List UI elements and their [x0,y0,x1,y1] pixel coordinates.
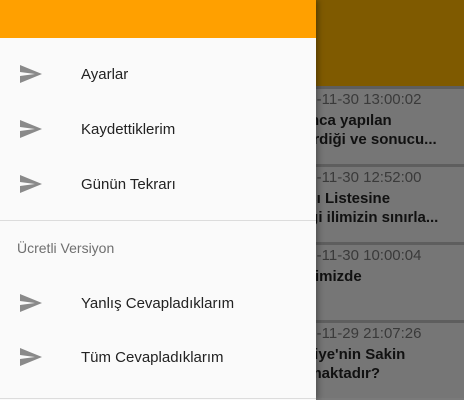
item-timestamp: 17-11-29 21:07:26 [300,325,422,342]
send-icon [20,348,42,366]
item-title: rınca yapılan itirdiği ve sonucu... [300,111,437,149]
drawer-header [0,0,316,38]
menu-item-label: Günün Tekrarı [81,175,176,193]
menu-item-label: Ayarlar [81,65,129,83]
navigation-drawer: Ayarlar Kaydettiklerim Günün Tekrarı Ücr… [0,0,316,400]
item-title-line: itirdiği ve sonucu... [300,131,437,148]
menu-item-label: Kaydettiklerim [81,120,176,138]
menu-item-ayarlar[interactable]: Ayarlar [0,47,316,101]
menu-item-kaydettiklerim[interactable]: Kaydettiklerim [0,102,316,156]
send-icon [20,294,42,312]
item-title: ası Listesine ngi ilimizin sınırla... [300,189,438,227]
item-timestamp: 17-11-30 10:00:04 [300,247,422,264]
divider [0,220,316,221]
item-timestamp: 17-11-30 12:52:00 [300,169,422,186]
menu-item-tum-cevapladiklarim[interactable]: Tüm Cevapladıklarım [0,330,316,384]
send-icon [20,175,42,193]
section-title: Ücretli Versiyon [17,240,115,256]
menu-item-label: Tüm Cevapladıklarım [81,348,224,366]
send-icon [20,120,42,138]
divider [0,398,316,399]
menu-item-yanlis-cevapladiklarim[interactable]: Yanlış Cevapladıklarım [0,276,316,330]
menu-item-gunun-tekrari[interactable]: Günün Tekrarı [0,157,316,211]
menu-item-label: Yanlış Cevapladıklarım [81,294,235,312]
item-timestamp: 17-11-30 13:00:02 [300,91,422,108]
item-title-line: ngi ilimizin sınırla... [300,209,439,226]
send-icon [20,65,42,83]
